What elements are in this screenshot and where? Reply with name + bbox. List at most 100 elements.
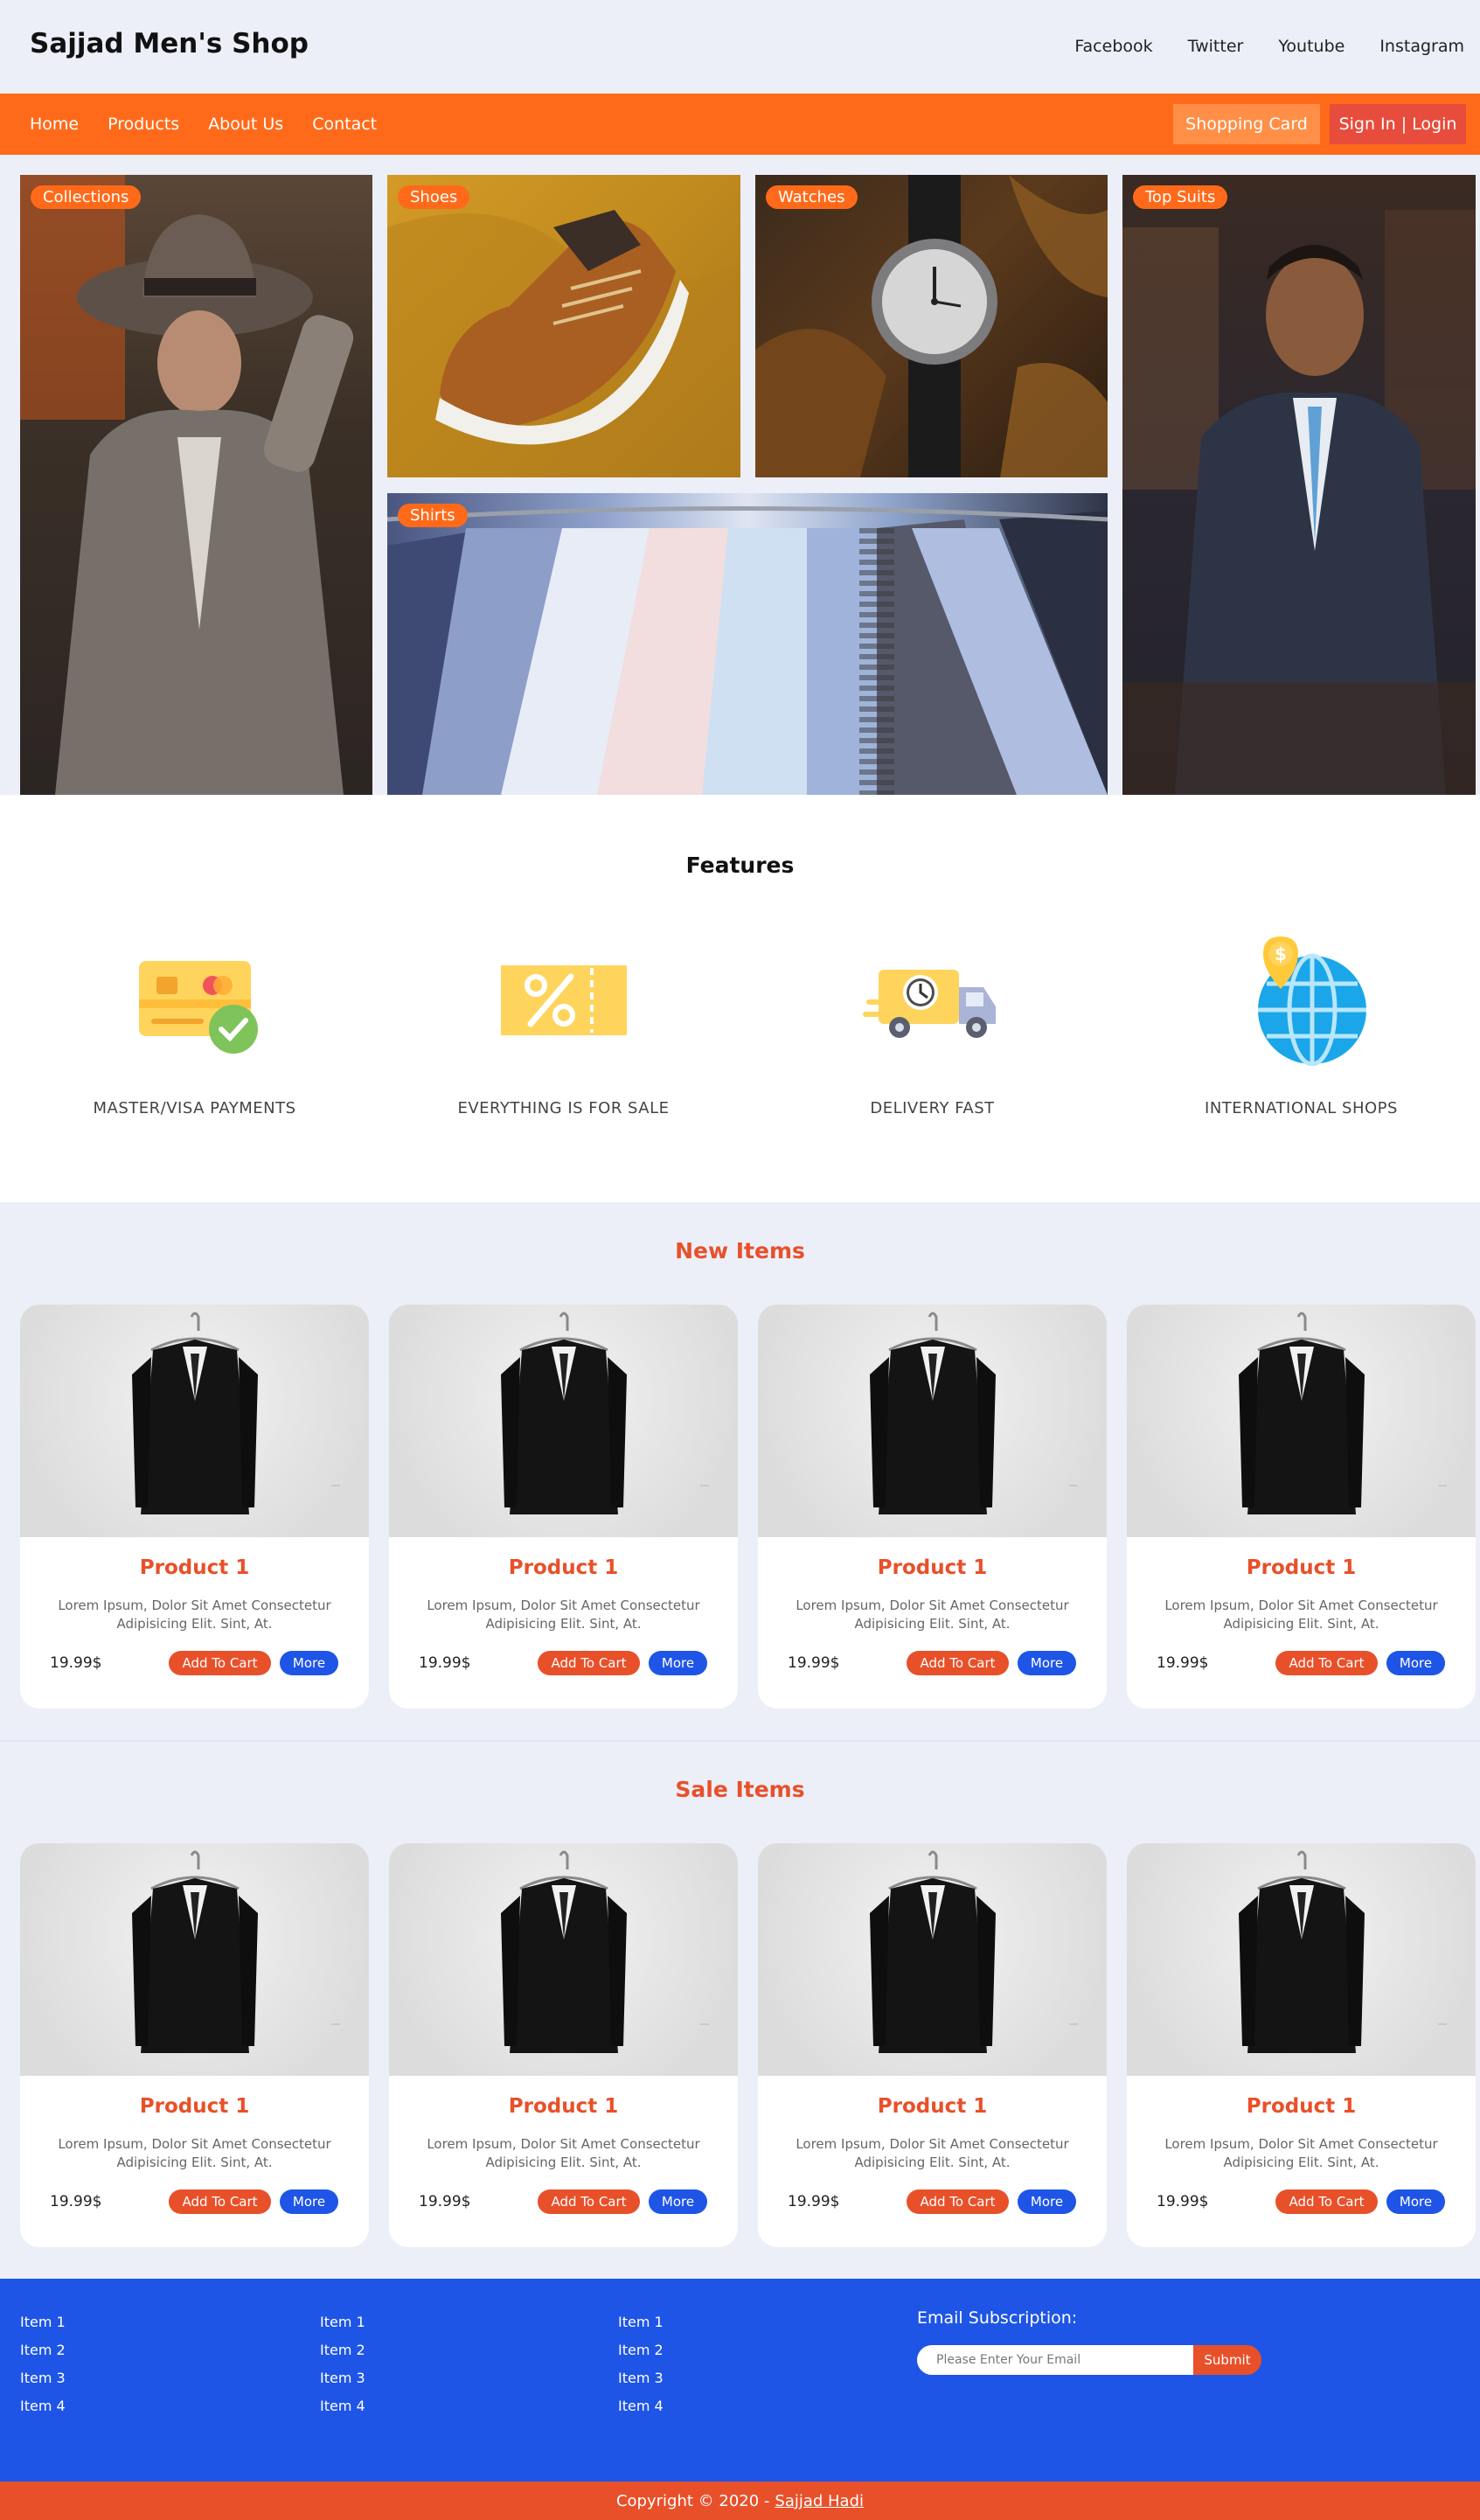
product-name[interactable]: Product 1 [389,1556,738,1579]
collections-tile[interactable]: Collections [20,175,372,795]
facebook-link[interactable]: Facebook [1074,37,1152,56]
product-description: Lorem Ipsum, Dolor Sit Amet Consectetur … [427,2136,700,2170]
product-image[interactable] [20,1305,369,1537]
sneaker-photo [387,210,740,477]
watches-tag: Watches [766,185,858,209]
footer-column-3: Item 1 Item 2 Item 3 Item 4 [618,2308,664,2420]
product-image[interactable] [1127,1843,1476,2076]
footer-link[interactable]: Item 4 [320,2392,365,2420]
nav-contact[interactable]: Contact [312,115,377,134]
footer-link[interactable]: Item 4 [618,2392,664,2420]
nav-links: Home Products About Us Contact [30,115,377,134]
footer-link[interactable]: Item 1 [618,2308,664,2336]
feature-payments-label: MASTER/VISA PAYMENTS [93,1099,296,1117]
footer-link[interactable]: Item 3 [618,2364,664,2392]
man-in-suit-photo [1122,210,1476,795]
add-to-cart-button[interactable]: Add To Cart [538,2189,640,2214]
product-price: 19.99$ [788,2193,840,2210]
footer-link[interactable]: Item 1 [320,2308,365,2336]
product-card[interactable]: Product 1 Lorem Ipsum, Dolor Sit Amet Con… [20,1305,369,1709]
product-price: 19.99$ [1157,2193,1209,2210]
top-suits-tile[interactable]: Top Suits [1122,175,1476,795]
discount-ticket-icon [500,965,627,1035]
product-card[interactable]: Product 1 Lorem Ipsum, Dolor Sit Amet Con… [389,1305,738,1709]
product-name[interactable]: Product 1 [389,2095,738,2118]
more-button[interactable]: More [1018,2189,1076,2214]
product-card[interactable]: Product 1 Lorem Ipsum, Dolor Sit Amet Con… [20,1843,369,2247]
product-price: 19.99$ [419,1654,471,1672]
suit-product-image [501,1850,709,2053]
feature-payments: MASTER/VISA PAYMENTS [10,943,379,1117]
watch-photo [755,175,1108,477]
author-link[interactable]: Sajjad Hadi [775,2492,864,2510]
add-to-cart-button[interactable]: Add To Cart [169,1651,271,1675]
add-to-cart-button[interactable]: Add To Cart [538,1651,640,1675]
product-description: Lorem Ipsum, Dolor Sit Amet Consectetur … [58,1598,331,1632]
sale-items-title: Sale Items [675,1777,805,1802]
footer-link[interactable]: Item 2 [20,2336,66,2364]
submit-button[interactable]: Submit [1193,2345,1261,2375]
footer-link[interactable]: Item 4 [20,2392,66,2420]
email-input[interactable] [917,2345,1195,2375]
sign-in-button[interactable]: Sign In | Login [1330,104,1466,144]
more-button[interactable]: More [280,2189,338,2214]
product-name[interactable]: Product 1 [1127,1556,1476,1579]
more-button[interactable]: More [1386,2189,1445,2214]
watches-tile[interactable]: Watches [755,175,1108,477]
site-logo[interactable]: Sajjad Men's Shop [30,28,309,59]
product-image[interactable] [758,1305,1107,1537]
collections-tag: Collections [31,185,142,209]
social-links: Facebook Twitter Youtube Instagram [1074,37,1464,56]
product-card[interactable]: Product 1 Lorem Ipsum, Dolor Sit Amet Con… [1127,1305,1476,1709]
shopping-cart-button[interactable]: Shopping Card [1173,104,1320,144]
product-image[interactable] [389,1843,738,2076]
footer-link[interactable]: Item 1 [20,2308,66,2336]
product-card[interactable]: Product 1 Lorem Ipsum, Dolor Sit Amet Con… [389,1843,738,2247]
footer-link[interactable]: Item 3 [320,2364,365,2392]
man-in-hat-photo [20,175,354,795]
product-name[interactable]: Product 1 [1127,2095,1476,2118]
feature-sale-label: EVERYTHING IS FOR SALE [457,1099,670,1117]
youtube-link[interactable]: Youtube [1278,37,1345,56]
footer-link[interactable]: Item 2 [320,2336,365,2364]
more-button[interactable]: More [649,2189,707,2214]
footer-link[interactable]: Item 3 [20,2364,66,2392]
shoes-tag: Shoes [398,185,470,209]
product-image[interactable] [758,1843,1107,2076]
more-button[interactable]: More [1018,1651,1076,1675]
nav-products[interactable]: Products [108,115,179,134]
nav-about-us[interactable]: About Us [208,115,283,134]
nav-home[interactable]: Home [30,115,79,134]
product-name[interactable]: Product 1 [758,1556,1107,1579]
suit-product-image [1239,1850,1447,2053]
more-button[interactable]: More [1386,1651,1445,1675]
suit-product-image [132,1850,340,2053]
add-to-cart-button[interactable]: Add To Cart [907,2189,1009,2214]
instagram-link[interactable]: Instagram [1379,37,1464,56]
add-to-cart-button[interactable]: Add To Cart [169,2189,271,2214]
more-button[interactable]: More [280,1651,338,1675]
product-card[interactable]: Product 1 Lorem Ipsum, Dolor Sit Amet Con… [758,1843,1107,2247]
suit-product-image [870,1312,1078,1514]
product-image[interactable] [1127,1305,1476,1537]
product-name[interactable]: Product 1 [20,1556,369,1579]
suit-product-image [870,1850,1078,2053]
twitter-link[interactable]: Twitter [1188,37,1244,56]
more-button[interactable]: More [649,1651,707,1675]
suit-product-image [132,1312,340,1514]
add-to-cart-button[interactable]: Add To Cart [1275,2189,1378,2214]
product-image[interactable] [20,1843,369,2076]
footer-link[interactable]: Item 2 [618,2336,664,2364]
add-to-cart-button[interactable]: Add To Cart [907,1651,1009,1675]
product-image[interactable] [389,1305,738,1537]
feature-delivery: DELIVERY FAST [747,943,1117,1117]
add-to-cart-button[interactable]: Add To Cart [1275,1651,1378,1675]
product-card[interactable]: Product 1 Lorem Ipsum, Dolor Sit Amet Con… [758,1305,1107,1709]
product-name[interactable]: Product 1 [20,2095,369,2118]
product-name[interactable]: Product 1 [758,2095,1107,2118]
suit-product-image [501,1312,709,1514]
product-card[interactable]: Product 1 Lorem Ipsum, Dolor Sit Amet Con… [1127,1843,1476,2247]
shirts-tile[interactable]: Shirts [387,493,1108,795]
product-description: Lorem Ipsum, Dolor Sit Amet Consectetur … [58,2136,331,2170]
shoes-tile[interactable]: Shoes [387,175,740,477]
